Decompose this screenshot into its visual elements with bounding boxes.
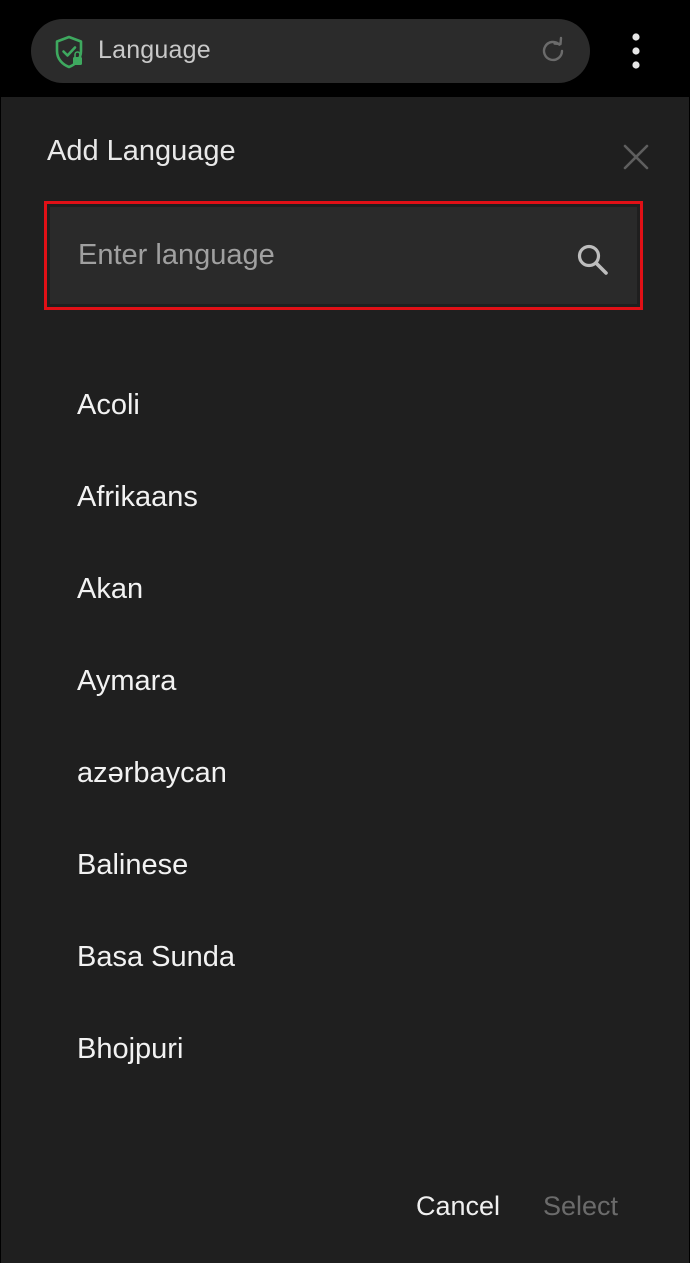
add-language-dialog: Add Language Acoli Afrikaans Akan Aym <box>1 97 689 1263</box>
dialog-title: Add Language <box>47 135 236 167</box>
search-field[interactable] <box>50 207 637 304</box>
dialog-actions: Cancel Select <box>1 1179 689 1239</box>
search-icon[interactable] <box>575 242 611 278</box>
language-list: Acoli Afrikaans Akan Aymara azərbaycan B… <box>1 359 689 1095</box>
address-bar[interactable]: Language <box>31 19 590 83</box>
reload-icon[interactable] <box>538 36 568 66</box>
close-icon[interactable] <box>618 139 654 175</box>
search-highlight <box>44 201 643 310</box>
more-vert-icon[interactable] <box>624 33 648 69</box>
browser-toolbar: Language <box>0 0 690 97</box>
shield-lock-icon[interactable] <box>54 35 84 69</box>
language-item[interactable]: Aymara <box>1 635 689 727</box>
select-button[interactable]: Select <box>543 1191 618 1222</box>
language-item[interactable]: Akan <box>1 543 689 635</box>
search-input[interactable] <box>78 207 548 304</box>
language-item[interactable]: Balinese <box>1 819 689 911</box>
url-text[interactable]: Language <box>98 36 211 65</box>
screen: Language Add Language Enter language Aco… <box>0 0 690 1263</box>
language-item[interactable]: azərbaycan <box>1 727 689 819</box>
language-item[interactable]: Afrikaans <box>1 451 689 543</box>
language-item[interactable]: Acoli <box>1 359 689 451</box>
language-item[interactable]: Bhojpuri <box>1 1003 689 1095</box>
language-item[interactable]: Basa Sunda <box>1 911 689 1003</box>
cancel-button[interactable]: Cancel <box>416 1191 500 1222</box>
